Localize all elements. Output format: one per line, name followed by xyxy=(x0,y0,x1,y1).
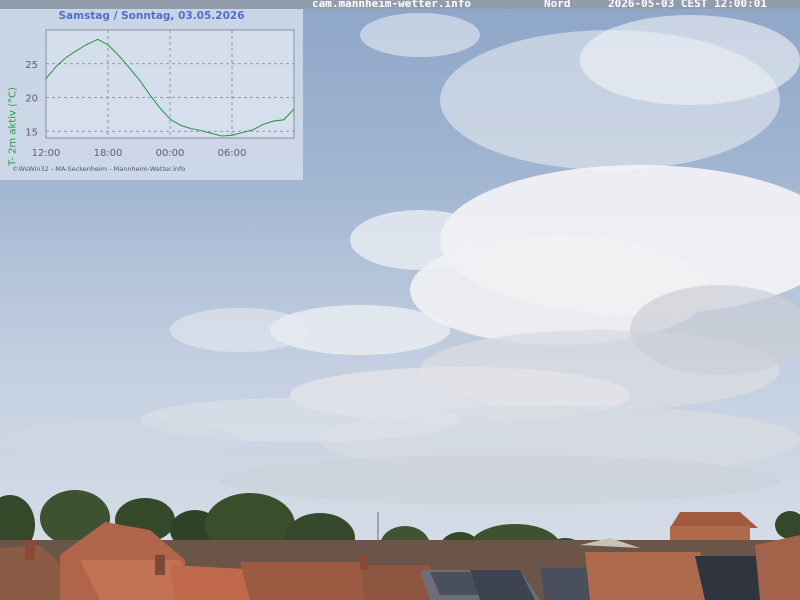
site-name: cam.mannheim-wetter.info xyxy=(312,0,471,10)
y-tick-label: 20 xyxy=(25,94,38,105)
chart-credit: ©WsWin32 - MA-Seckenheim - Mannheim-Wett… xyxy=(12,165,186,173)
x-tick-label: 12:00 xyxy=(32,148,61,159)
y-tick-label: 25 xyxy=(25,60,38,71)
x-tick-label: 18:00 xyxy=(94,148,123,159)
camera-direction: Nord xyxy=(544,0,571,10)
x-tick-label: 06:00 xyxy=(218,148,247,159)
y-tick-label: 15 xyxy=(25,127,38,138)
timestamp: 2026-05-03 CEST 12:00:01 xyxy=(608,0,767,10)
temperature-chart: 15 20 25 12:00 18:00 00:00 06:00 xyxy=(25,29,295,159)
x-tick-label: 00:00 xyxy=(156,148,185,159)
header-bar: cam.mannheim-wetter.info Nord 2026-05-03… xyxy=(0,0,800,10)
temperature-chart-panel: Samstag / Sonntag, 03.05.2026 T- 2m akti… xyxy=(0,9,303,180)
rooftops xyxy=(0,512,800,600)
